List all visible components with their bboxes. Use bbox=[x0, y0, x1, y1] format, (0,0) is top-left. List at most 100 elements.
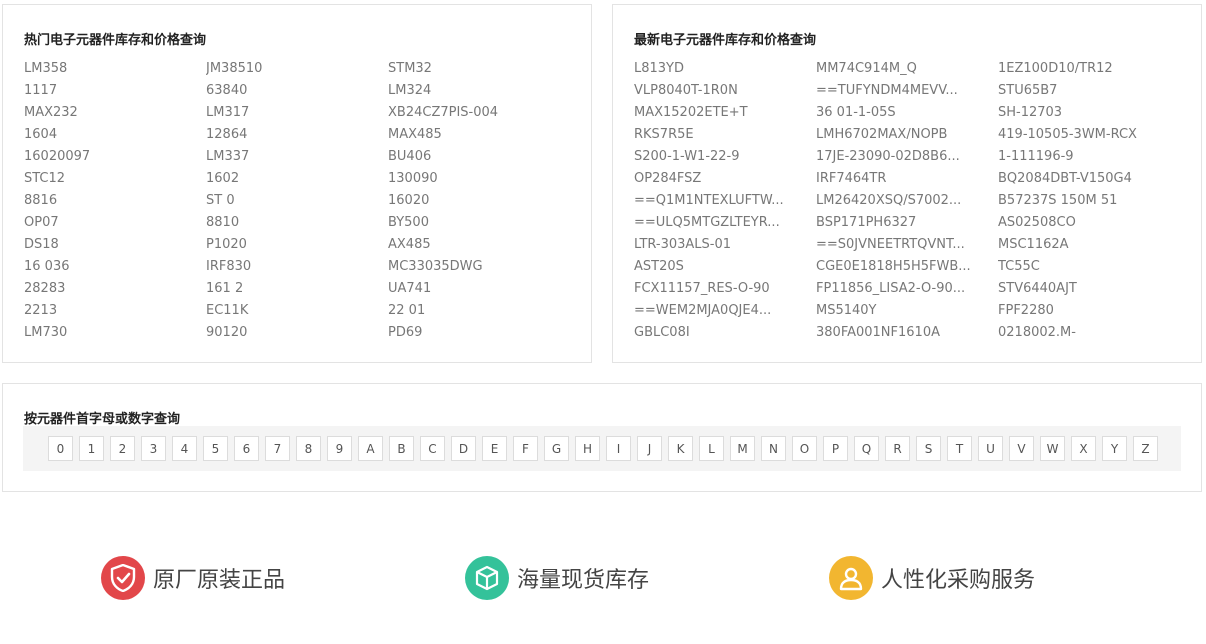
letter-button-x[interactable]: X bbox=[1071, 436, 1096, 461]
letter-button-k[interactable]: K bbox=[668, 436, 693, 461]
hot-part-link[interactable]: LM337 bbox=[206, 146, 388, 168]
latest-part-link[interactable]: ==WEM2MJA0QJE4... bbox=[634, 300, 816, 322]
letter-button-l[interactable]: L bbox=[699, 436, 724, 461]
hot-part-link[interactable]: OP07 bbox=[24, 212, 206, 234]
letter-button-a[interactable]: A bbox=[358, 436, 383, 461]
letter-button-6[interactable]: 6 bbox=[234, 436, 259, 461]
hot-part-link[interactable]: ST 0 bbox=[206, 190, 388, 212]
latest-part-link[interactable]: B57237S 150M 51 bbox=[998, 190, 1194, 212]
hot-part-link[interactable]: IRF830 bbox=[206, 256, 388, 278]
hot-part-link[interactable]: 1602 bbox=[206, 168, 388, 190]
latest-part-link[interactable]: SH-12703 bbox=[998, 102, 1194, 124]
letter-button-g[interactable]: G bbox=[544, 436, 569, 461]
latest-part-link[interactable]: 1EZ100D10/TR12 bbox=[998, 58, 1194, 80]
letter-button-n[interactable]: N bbox=[761, 436, 786, 461]
latest-part-link[interactable]: FCX11157_RES-O-90 bbox=[634, 278, 816, 300]
latest-part-link[interactable]: LTR-303ALS-01 bbox=[634, 234, 816, 256]
hot-part-link[interactable]: 8810 bbox=[206, 212, 388, 234]
hot-part-link[interactable]: MAX485 bbox=[388, 124, 584, 146]
letter-button-c[interactable]: C bbox=[420, 436, 445, 461]
latest-part-link[interactable]: ==TUFYNDM4MEVV... bbox=[816, 80, 998, 102]
latest-part-link[interactable]: IRF7464TR bbox=[816, 168, 998, 190]
latest-part-link[interactable]: MM74C914M_Q bbox=[816, 58, 998, 80]
hot-part-link[interactable]: 8816 bbox=[24, 190, 206, 212]
latest-part-link[interactable]: LM26420XSQ/S7002... bbox=[816, 190, 998, 212]
letter-button-4[interactable]: 4 bbox=[172, 436, 197, 461]
hot-part-link[interactable]: 16020 bbox=[388, 190, 584, 212]
hot-part-link[interactable]: STM32 bbox=[388, 58, 584, 80]
hot-part-link[interactable]: 28283 bbox=[24, 278, 206, 300]
hot-part-link[interactable]: LM317 bbox=[206, 102, 388, 124]
hot-part-link[interactable]: JM38510 bbox=[206, 58, 388, 80]
hot-part-link[interactable]: 12864 bbox=[206, 124, 388, 146]
letter-button-j[interactable]: J bbox=[637, 436, 662, 461]
latest-part-link[interactable]: MAX15202ETE+T bbox=[634, 102, 816, 124]
latest-part-link[interactable]: 36 01-1-05S bbox=[816, 102, 998, 124]
hot-part-link[interactable]: 130090 bbox=[388, 168, 584, 190]
letter-button-0[interactable]: 0 bbox=[48, 436, 73, 461]
latest-part-link[interactable]: AS02508CO bbox=[998, 212, 1194, 234]
hot-part-link[interactable]: 1117 bbox=[24, 80, 206, 102]
hot-part-link[interactable]: LM324 bbox=[388, 80, 584, 102]
latest-part-link[interactable]: FP11856_LISA2-O-90... bbox=[816, 278, 998, 300]
latest-part-link[interactable]: 419-10505-3WM-RCX bbox=[998, 124, 1194, 146]
hot-part-link[interactable]: 90120 bbox=[206, 322, 388, 344]
latest-part-link[interactable]: VLP8040T-1R0N bbox=[634, 80, 816, 102]
hot-part-link[interactable]: AX485 bbox=[388, 234, 584, 256]
hot-part-link[interactable]: BY500 bbox=[388, 212, 584, 234]
latest-part-link[interactable]: 380FA001NF1610A bbox=[816, 322, 998, 344]
latest-part-link[interactable]: BQ2084DBT-V150G4 bbox=[998, 168, 1194, 190]
latest-part-link[interactable]: ==ULQ5MTGZLTEYR... bbox=[634, 212, 816, 234]
letter-button-u[interactable]: U bbox=[978, 436, 1003, 461]
hot-part-link[interactable]: UA741 bbox=[388, 278, 584, 300]
latest-part-link[interactable]: ==S0JVNEETRTQVNT... bbox=[816, 234, 998, 256]
letter-button-s[interactable]: S bbox=[916, 436, 941, 461]
letter-button-e[interactable]: E bbox=[482, 436, 507, 461]
hot-part-link[interactable]: 22 01 bbox=[388, 300, 584, 322]
letter-button-v[interactable]: V bbox=[1009, 436, 1034, 461]
hot-part-link[interactable]: 16 036 bbox=[24, 256, 206, 278]
latest-part-link[interactable]: STV6440AJT bbox=[998, 278, 1194, 300]
hot-part-link[interactable]: STC12 bbox=[24, 168, 206, 190]
letter-button-w[interactable]: W bbox=[1040, 436, 1065, 461]
hot-part-link[interactable]: LM358 bbox=[24, 58, 206, 80]
hot-part-link[interactable]: 161 2 bbox=[206, 278, 388, 300]
letter-button-p[interactable]: P bbox=[823, 436, 848, 461]
hot-part-link[interactable]: LM730 bbox=[24, 322, 206, 344]
letter-button-8[interactable]: 8 bbox=[296, 436, 321, 461]
hot-part-link[interactable]: XB24CZ7PIS-004 bbox=[388, 102, 584, 124]
letter-button-y[interactable]: Y bbox=[1102, 436, 1127, 461]
letter-button-3[interactable]: 3 bbox=[141, 436, 166, 461]
latest-part-link[interactable]: CGE0E1818H5H5FWB... bbox=[816, 256, 998, 278]
latest-part-link[interactable]: MSC1162A bbox=[998, 234, 1194, 256]
letter-button-q[interactable]: Q bbox=[854, 436, 879, 461]
letter-button-o[interactable]: O bbox=[792, 436, 817, 461]
letter-button-i[interactable]: I bbox=[606, 436, 631, 461]
hot-part-link[interactable]: 1604 bbox=[24, 124, 206, 146]
hot-part-link[interactable]: BU406 bbox=[388, 146, 584, 168]
letter-button-f[interactable]: F bbox=[513, 436, 538, 461]
letter-button-t[interactable]: T bbox=[947, 436, 972, 461]
latest-part-link[interactable]: 17JE-23090-02D8B6... bbox=[816, 146, 998, 168]
hot-part-link[interactable]: MAX232 bbox=[24, 102, 206, 124]
letter-button-2[interactable]: 2 bbox=[110, 436, 135, 461]
latest-part-link[interactable]: RKS7R5E bbox=[634, 124, 816, 146]
latest-part-link[interactable]: LMH6702MAX/NOPB bbox=[816, 124, 998, 146]
hot-part-link[interactable]: MC33035DWG bbox=[388, 256, 584, 278]
hot-part-link[interactable]: PD69 bbox=[388, 322, 584, 344]
letter-button-h[interactable]: H bbox=[575, 436, 600, 461]
letter-button-1[interactable]: 1 bbox=[79, 436, 104, 461]
latest-part-link[interactable]: FPF2280 bbox=[998, 300, 1194, 322]
latest-part-link[interactable]: BSP171PH6327 bbox=[816, 212, 998, 234]
latest-part-link[interactable]: 0218002.M- bbox=[998, 322, 1194, 344]
letter-button-r[interactable]: R bbox=[885, 436, 910, 461]
letter-button-b[interactable]: B bbox=[389, 436, 414, 461]
latest-part-link[interactable]: ==Q1M1NTEXLUFTW... bbox=[634, 190, 816, 212]
letter-button-5[interactable]: 5 bbox=[203, 436, 228, 461]
latest-part-link[interactable]: OP284FSZ bbox=[634, 168, 816, 190]
latest-part-link[interactable]: S200-1-W1-22-9 bbox=[634, 146, 816, 168]
letter-button-d[interactable]: D bbox=[451, 436, 476, 461]
letter-button-7[interactable]: 7 bbox=[265, 436, 290, 461]
hot-part-link[interactable]: 2213 bbox=[24, 300, 206, 322]
letter-button-9[interactable]: 9 bbox=[327, 436, 352, 461]
